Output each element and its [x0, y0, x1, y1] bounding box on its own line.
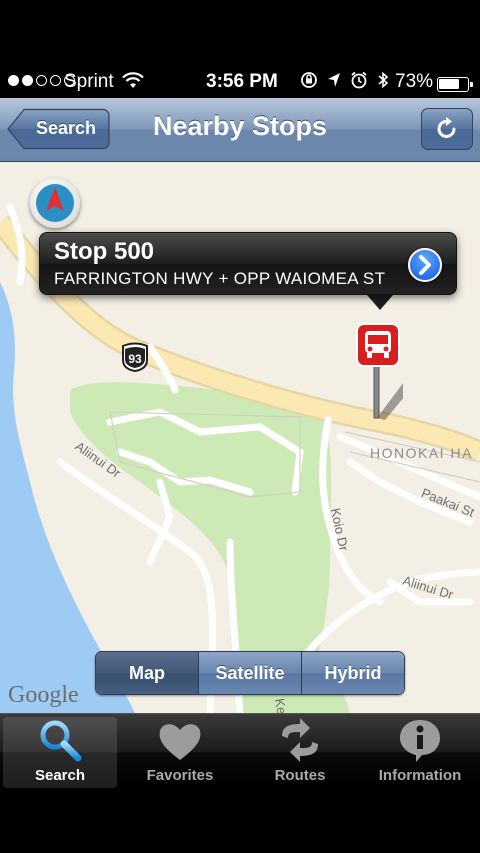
bluetooth-icon — [377, 71, 389, 94]
status-bar: Sprint 3:56 PM 73% — [0, 66, 480, 98]
heart-icon — [159, 724, 201, 760]
stop-callout[interactable]: Stop 500 FARRINGTON HWY + OPP WAIOMEA ST — [39, 232, 457, 295]
tab-label: Search — [34, 767, 86, 784]
orientation-lock-icon — [300, 71, 318, 94]
routes-arrows-icon — [282, 718, 318, 762]
compass-icon — [36, 184, 74, 222]
bus-stop-pin[interactable] — [355, 322, 403, 422]
tab-label: Favorites — [146, 767, 214, 784]
tab-information[interactable]: Information — [360, 714, 480, 791]
map-type-segmented-control: Map Satellite Hybrid — [95, 651, 405, 695]
alarm-icon — [350, 71, 368, 94]
top-letterbox — [0, 0, 480, 66]
bottom-letterbox — [0, 790, 480, 853]
wifi-icon — [122, 72, 144, 96]
callout-stop-title: Stop 500 — [54, 238, 155, 265]
tab-favorites[interactable]: Favorites — [120, 714, 240, 791]
compass-locate-button[interactable] — [30, 178, 80, 228]
google-attribution: Google — [8, 682, 79, 708]
chevron-right-icon — [419, 255, 431, 275]
info-icon — [400, 720, 440, 762]
tab-routes[interactable]: Routes — [240, 714, 360, 791]
route-shield-icon: 93 — [122, 342, 148, 372]
tab-search[interactable]: Search — [0, 714, 120, 791]
callout-tail — [367, 295, 393, 310]
map-type-option-hybrid[interactable]: Hybrid — [301, 652, 404, 694]
battery-percent: 73% — [395, 71, 434, 92]
map-type-option-map[interactable]: Map — [96, 652, 198, 694]
status-time: 3:56 PM — [206, 71, 278, 92]
battery-level — [439, 79, 459, 89]
callout-disclosure-button[interactable] — [408, 248, 442, 282]
carrier-name: Sprint — [64, 71, 114, 92]
page-title: Nearby Stops — [152, 111, 328, 141]
battery-icon — [437, 77, 473, 92]
location-arrow-icon — [327, 71, 341, 94]
map-view[interactable]: 93 Aliinui Dr Koio Dr Aliinui Dr Paakai … — [0, 162, 480, 713]
area-label-honokai: HONOKAI HA — [370, 445, 473, 461]
map-type-option-satellite[interactable]: Satellite — [198, 652, 301, 694]
tab-label: Information — [378, 767, 462, 784]
refresh-icon — [437, 117, 456, 138]
callout-stop-address: FARRINGTON HWY + OPP WAIOMEA ST — [54, 269, 386, 288]
tab-bar: Search Favorites Routes Information — [0, 713, 480, 790]
search-icon — [40, 720, 82, 762]
tab-label: Routes — [274, 767, 326, 784]
refresh-button[interactable] — [421, 108, 473, 150]
navigation-bar: Search Nearby Stops — [0, 98, 480, 162]
route-shield-number: 93 — [128, 352, 142, 366]
